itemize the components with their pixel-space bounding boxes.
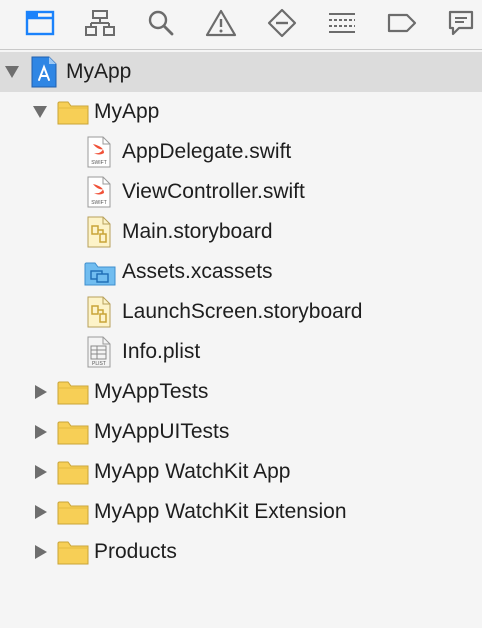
swift-file-icon: SWIFT (87, 136, 111, 168)
tree-row-file[interactable]: SWIFT AppDelegate.swift (0, 132, 482, 172)
storyboard-file-icon (87, 296, 111, 328)
disclosure-collapsed-icon[interactable] (34, 425, 48, 439)
folder-icon (57, 539, 89, 565)
tree-row-label: MyApp (94, 100, 160, 123)
tree-row-file[interactable]: LaunchScreen.storyboard (0, 292, 482, 332)
tree-row-label: Assets.xcassets (122, 260, 273, 283)
folder-icon (25, 10, 55, 36)
tree-row-label: LaunchScreen.storyboard (122, 300, 363, 323)
swift-badge: SWIFT (91, 160, 107, 166)
tree-row-label: MyAppTests (94, 380, 209, 403)
swift-file-icon: SWIFT (87, 176, 111, 208)
breakpoint-navigator-button[interactable] (384, 6, 420, 40)
tree-row-label: AppDelegate.swift (122, 140, 292, 163)
tree-row-file[interactable]: Assets.xcassets (0, 252, 482, 292)
storyboard-file-icon (87, 216, 111, 248)
tree-row-file[interactable]: Main.storyboard (0, 212, 482, 252)
disclosure-collapsed-icon[interactable] (34, 505, 48, 519)
hierarchy-icon (85, 10, 115, 36)
folder-icon (57, 499, 89, 525)
project-navigator-tree: MyApp MyApp SWIFT AppDelegate.swift SWIF… (0, 51, 482, 628)
tree-row-label: Info.plist (122, 340, 201, 363)
folder-icon (57, 379, 89, 405)
tree-row-label: MyApp (66, 60, 132, 83)
breakpoint-tag-icon (387, 13, 417, 33)
find-navigator-button[interactable] (143, 6, 179, 40)
tree-row-label: MyApp WatchKit App (94, 460, 291, 483)
tree-row-file[interactable]: PLIST Info.plist (0, 332, 482, 372)
tree-row-label: MyAppUITests (94, 420, 230, 443)
tree-row-group-watchkit-extension[interactable]: MyApp WatchKit Extension (0, 492, 482, 532)
tree-row-label: Main.storyboard (122, 220, 273, 243)
report-bubble-icon (448, 10, 474, 36)
tree-row-group-watchkit-app[interactable]: MyApp WatchKit App (0, 452, 482, 492)
warning-icon (205, 9, 237, 37)
disclosure-collapsed-icon[interactable] (34, 385, 48, 399)
tree-row-label: MyApp WatchKit Extension (94, 500, 347, 523)
folder-icon (57, 419, 89, 445)
test-diamond-icon (267, 8, 297, 38)
plist-file-icon: PLIST (87, 336, 111, 368)
test-navigator-button[interactable] (264, 6, 300, 40)
tree-row-group-products[interactable]: Products (0, 532, 482, 572)
issue-navigator-button[interactable] (203, 6, 239, 40)
tree-row-file[interactable]: SWIFT ViewController.swift (0, 172, 482, 212)
tree-row-label: ViewController.swift (122, 180, 305, 203)
tree-row-group-myapptests[interactable]: MyAppTests (0, 372, 482, 412)
debug-navigator-button[interactable] (324, 6, 360, 40)
asset-catalog-icon (84, 260, 116, 286)
swift-badge: SWIFT (91, 200, 107, 206)
folder-icon (57, 459, 89, 485)
folder-icon (57, 99, 89, 125)
search-icon (148, 10, 174, 36)
report-navigator-button[interactable] (443, 6, 479, 40)
disclosure-collapsed-icon[interactable] (34, 545, 48, 559)
project-navigator-button[interactable] (22, 6, 58, 40)
navigator-toolbar (0, 0, 482, 50)
xcode-project-icon (31, 56, 57, 88)
tree-row-group-myapp[interactable]: MyApp (0, 92, 482, 132)
tree-row-project[interactable]: MyApp (0, 52, 482, 92)
disclosure-collapsed-icon[interactable] (34, 465, 48, 479)
disclosure-expanded-icon[interactable] (33, 105, 47, 119)
symbol-navigator-button[interactable] (82, 6, 118, 40)
tree-row-label: Products (94, 540, 177, 563)
disclosure-expanded-icon[interactable] (5, 65, 19, 79)
tree-row-group-myappuitests[interactable]: MyAppUITests (0, 412, 482, 452)
plist-badge: PLIST (92, 361, 106, 367)
debug-list-icon (329, 13, 355, 33)
